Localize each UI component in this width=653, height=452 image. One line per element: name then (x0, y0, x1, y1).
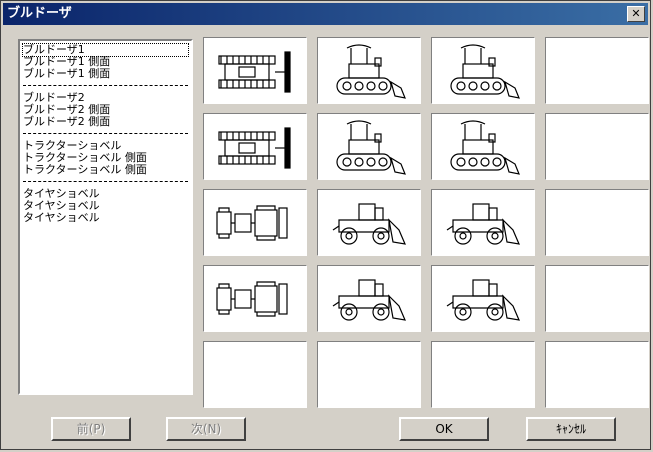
preview-tile[interactable] (545, 113, 649, 180)
template-list[interactable]: ブルドーザ1 ブルドーザ1 側面 ブルドーザ1 側面 ブルドーザ2 ブルドーザ2 側面ブ… (18, 39, 193, 395)
wheel-loader-side-view-icon (446, 279, 520, 321)
prev-button-label: 前(P) (76, 422, 106, 436)
loader-top-view-icon (216, 281, 288, 317)
preview-tile[interactable] (431, 189, 535, 256)
preview-tile[interactable] (545, 341, 649, 408)
preview-tile[interactable] (431, 113, 535, 180)
prev-button[interactable]: 前(P) (51, 417, 131, 441)
cancel-button[interactable]: ｷｬﾝｾﾙ (526, 417, 616, 441)
preview-tile[interactable] (431, 341, 535, 408)
bulldozer-top-view-icon (218, 51, 291, 93)
window-title: ブルドーザ (7, 6, 72, 21)
list-item[interactable]: ブルドーザ2 側面 (23, 116, 188, 128)
cancel-button-label: ｷｬﾝｾﾙ (555, 422, 586, 436)
wheel-loader-side-view-icon (332, 279, 406, 321)
list-item[interactable]: タイヤショベル (23, 212, 188, 224)
preview-tile[interactable] (545, 265, 649, 332)
preview-tile[interactable] (317, 341, 421, 408)
ok-button-label: OK (435, 422, 453, 436)
close-icon: ✕ (631, 7, 641, 20)
preview-tile[interactable] (203, 265, 307, 332)
next-button-label: 次(N) (190, 422, 222, 436)
list-item[interactable]: ブルドーザ1 側面 (23, 68, 188, 80)
dialog-window: ブルドーザ ✕ ブルドーザ1 ブルドーザ1 側面 ブルドーザ1 側面 ブルドーザ2 ブル… (0, 0, 651, 450)
wheel-loader-side-view-icon (446, 203, 520, 245)
preview-tile[interactable] (317, 189, 421, 256)
list-separator (23, 133, 188, 134)
ok-button[interactable]: OK (399, 417, 489, 441)
preview-tile[interactable] (317, 265, 421, 332)
preview-tile[interactable] (203, 37, 307, 104)
preview-tile[interactable] (203, 189, 307, 256)
bulldozer-side-view-icon (450, 44, 520, 99)
bulldozer-top-view-icon (218, 127, 291, 169)
preview-tile[interactable] (431, 37, 535, 104)
close-button[interactable]: ✕ (627, 6, 645, 22)
next-button[interactable]: 次(N) (166, 417, 246, 441)
preview-tile[interactable] (203, 341, 307, 408)
preview-tile[interactable] (545, 37, 649, 104)
preview-tile[interactable] (203, 113, 307, 180)
preview-tile[interactable] (431, 265, 535, 332)
loader-top-view-icon (216, 205, 288, 241)
bulldozer-side-view-icon (450, 120, 520, 175)
list-separator (23, 85, 188, 86)
preview-tile[interactable] (317, 113, 421, 180)
list-separator (23, 181, 188, 182)
preview-tile[interactable] (545, 189, 649, 256)
title-bar[interactable]: ブルドーザ ✕ (3, 3, 648, 25)
preview-tile[interactable] (317, 37, 421, 104)
bulldozer-side-view-icon (336, 44, 406, 99)
list-item[interactable]: トラクターショベル 側面 (23, 164, 188, 176)
wheel-loader-side-view-icon (332, 203, 406, 245)
bulldozer-side-view-icon (336, 120, 406, 175)
